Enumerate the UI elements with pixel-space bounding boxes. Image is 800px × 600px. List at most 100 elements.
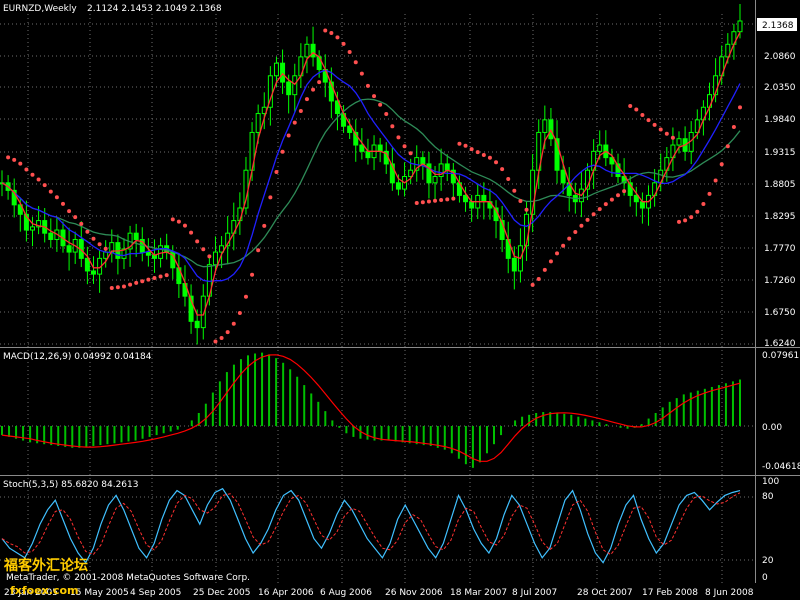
parabolic-sar-dot: [597, 207, 602, 212]
candle-body: [365, 150, 371, 159]
parabolic-sar-dot: [36, 177, 41, 182]
parabolic-sar-dot: [91, 236, 96, 241]
parabolic-sar-dot: [628, 104, 633, 108]
parabolic-sar-dot: [719, 162, 724, 167]
parabolic-sar-dot: [48, 189, 53, 194]
parabolic-sar-dot: [225, 330, 230, 335]
parabolic-sar-dot: [207, 254, 212, 259]
date-tick: 18 Mar 2007: [450, 588, 507, 598]
candle-body: [420, 157, 426, 165]
price-tick: 1.7260: [764, 276, 796, 286]
date-tick: 6 Aug 2006: [320, 588, 372, 598]
parabolic-sar-dot: [475, 150, 480, 155]
candle-body: [286, 81, 292, 96]
parabolic-sar-dot: [12, 157, 17, 162]
candle-body: [737, 20, 743, 33]
candle-body: [432, 176, 438, 184]
price-tick: 1.8805: [764, 180, 796, 190]
date-tick: 4 Sep 2005: [130, 588, 181, 598]
parabolic-sar-dot: [414, 200, 419, 205]
parabolic-sar-dot: [121, 284, 126, 289]
parabolic-sar-dot: [67, 209, 72, 214]
candle-body: [90, 270, 96, 275]
parabolic-sar-dot: [219, 335, 224, 340]
parabolic-sar-dot: [298, 108, 303, 113]
parabolic-sar-dot: [591, 212, 596, 217]
date-tick: 8 Jul 2007: [512, 588, 557, 598]
parabolic-sar-dot: [365, 83, 370, 88]
parabolic-sar-dot: [408, 151, 413, 156]
parabolic-sar-dot: [677, 219, 682, 224]
parabolic-sar-dot: [268, 195, 273, 200]
parabolic-sar-dot: [640, 112, 645, 117]
parabolic-sar-dot: [658, 127, 663, 132]
parabolic-sar-dot: [616, 193, 621, 198]
parabolic-sar-dot: [378, 102, 383, 107]
parabolic-sar-dot: [134, 280, 139, 285]
parabolic-sar-dot: [256, 248, 261, 253]
parabolic-sar-dot: [725, 144, 730, 149]
trading-chart[interactable]: EURNZD,Weekly 2.1124 2.1453 2.1049 2.136…: [0, 0, 800, 600]
price-tick: 2.0350: [764, 83, 796, 93]
parabolic-sar-dot: [451, 196, 456, 201]
parabolic-sar-dot: [445, 197, 450, 202]
date-tick: 15 May 2005: [70, 588, 129, 598]
price-tick: 1.9840: [764, 115, 796, 125]
parabolic-sar-dot: [329, 30, 334, 35]
price-tick: 2.0860: [764, 52, 796, 62]
price-tick: 1.8295: [764, 212, 796, 222]
price-tick: 1.6750: [764, 308, 796, 318]
parabolic-sar-dot: [140, 279, 145, 284]
parabolic-sar-dot: [469, 147, 474, 152]
parabolic-sar-dot: [555, 251, 560, 256]
chart-background: [0, 0, 800, 600]
candle-body: [639, 201, 645, 209]
parabolic-sar-dot: [402, 144, 407, 149]
parabolic-sar-dot: [731, 125, 736, 130]
ohlc-readout: 2.1124 2.1453 2.1049 2.1368: [87, 4, 222, 14]
parabolic-sar-dot: [170, 217, 175, 222]
copyright-text: MetaTrader, © 2001-2008 MetaQuotes Softw…: [6, 573, 250, 583]
stoch-tick: 80: [762, 492, 774, 502]
parabolic-sar-dot: [42, 183, 47, 188]
parabolic-sar-dot: [506, 176, 511, 181]
parabolic-sar-dot: [372, 94, 377, 99]
candle-body: [145, 251, 151, 256]
parabolic-sar-dot: [738, 105, 742, 110]
macd-tick: 0.07961: [762, 351, 799, 361]
parabolic-sar-dot: [304, 97, 309, 102]
parabolic-sar-dot: [97, 242, 102, 247]
parabolic-sar-dot: [433, 198, 438, 203]
stoch-tick: 20: [762, 556, 774, 566]
parabolic-sar-dot: [530, 282, 535, 287]
parabolic-sar-dot: [54, 195, 59, 200]
macd-tick: 0.00: [762, 423, 782, 433]
parabolic-sar-dot: [664, 131, 669, 136]
parabolic-sar-dot: [420, 200, 425, 205]
candle-body: [103, 251, 109, 259]
parabolic-sar-dot: [201, 247, 206, 252]
parabolic-sar-dot: [561, 243, 566, 248]
parabolic-sar-dot: [536, 277, 541, 282]
candle-body: [481, 194, 487, 203]
parabolic-sar-dot: [548, 259, 553, 264]
parabolic-sar-dot: [152, 276, 157, 281]
parabolic-sar-dot: [24, 167, 29, 172]
candle-body: [29, 226, 35, 231]
date-tick: 16 Apr 2006: [258, 588, 314, 598]
parabolic-sar-dot: [262, 223, 267, 228]
parabolic-sar-dot: [670, 135, 675, 140]
parabolic-sar-dot: [500, 167, 505, 172]
current-price-label: 2.1368: [762, 21, 794, 31]
candle-body: [212, 251, 218, 266]
parabolic-sar-dot: [286, 133, 291, 138]
parabolic-sar-dot: [713, 178, 718, 183]
parabolic-sar-dot: [585, 217, 590, 222]
price-tick: 1.6240: [764, 339, 796, 349]
forum-watermark: 福客外汇论坛: [3, 557, 88, 574]
parabolic-sar-dot: [243, 294, 248, 299]
parabolic-sar-dot: [603, 202, 608, 207]
stoch-tick: 100: [762, 477, 779, 487]
parabolic-sar-dot: [311, 87, 316, 92]
stoch-tick: 0: [762, 573, 768, 583]
